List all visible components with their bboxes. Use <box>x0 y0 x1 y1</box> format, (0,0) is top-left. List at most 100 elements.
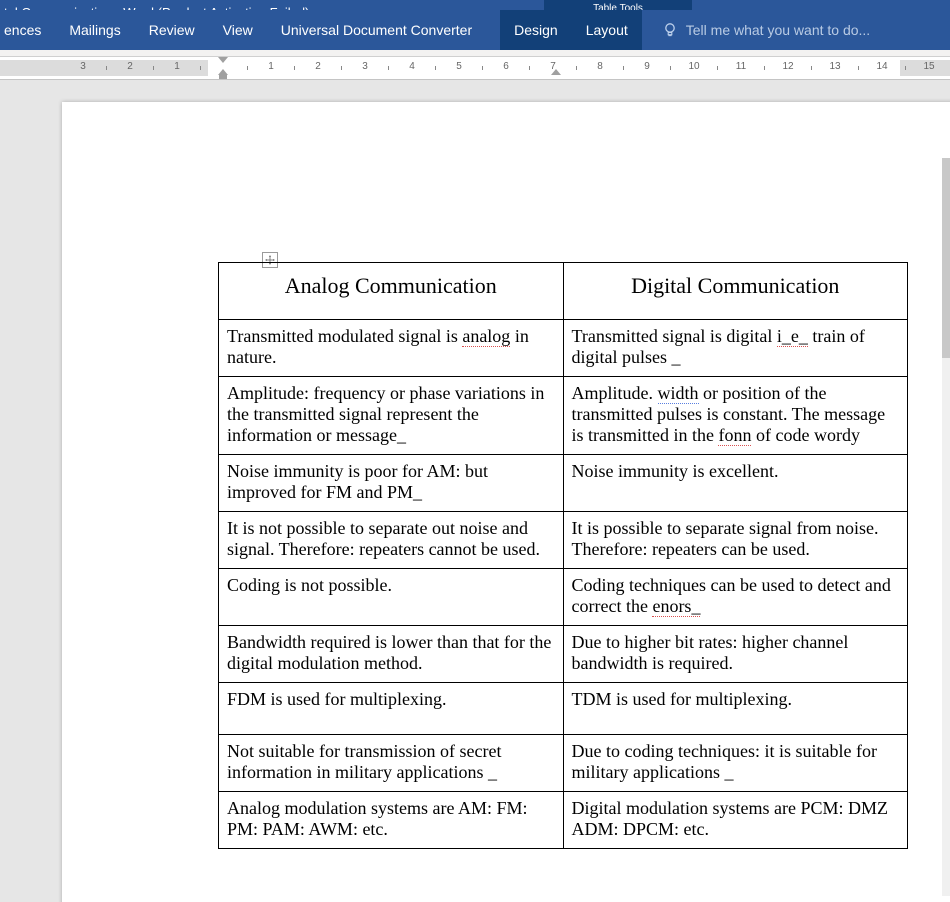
ruler-num: 11 <box>736 61 746 72</box>
cell-analog[interactable]: Amplitude: frequency or phase variations… <box>219 377 564 455</box>
table-row: FDM is used for multiplexing. TDM is use… <box>219 683 908 735</box>
cell-text: Amplitude. <box>572 383 658 403</box>
ruler-tick <box>247 66 248 70</box>
ruler-tick <box>388 66 389 70</box>
spellcheck-error: enors_ <box>652 596 700 617</box>
cell-text: Transmitted signal is digital <box>572 326 777 346</box>
cell-digital[interactable]: Due to coding techniques: it is suitable… <box>563 735 908 792</box>
cell-digital[interactable]: Due to higher bit rates: higher channel … <box>563 626 908 683</box>
scrollbar-thumb[interactable] <box>942 158 950 358</box>
cell-digital[interactable]: Coding techniques can be used to detect … <box>563 569 908 626</box>
tab-table-layout[interactable]: Layout <box>572 10 642 50</box>
table-row: Amplitude: frequency or phase variations… <box>219 377 908 455</box>
cell-text: Transmitted modulated signal is <box>227 326 462 346</box>
cell-digital[interactable]: Amplitude. width or position of the tran… <box>563 377 908 455</box>
cell-text: Coding techniques can be used to detect … <box>572 575 891 616</box>
tab-review[interactable]: Review <box>135 10 209 50</box>
table-row: Analog modulation systems are AM: FM: PM… <box>219 792 908 849</box>
page[interactable]: Analog Communication Digital Communicati… <box>62 102 950 902</box>
cell-analog[interactable]: Transmitted modulated signal is analog i… <box>219 320 564 377</box>
ruler-num: 9 <box>644 61 650 72</box>
ruler-num: 4 <box>409 61 415 72</box>
spellcheck-error: analog <box>462 326 510 347</box>
cell-analog[interactable]: Not suitable for transmission of secret … <box>219 735 564 792</box>
ruler-tick <box>811 66 812 70</box>
ruler-tick <box>670 66 671 70</box>
ruler-tick <box>294 66 295 70</box>
cell-analog[interactable]: Noise immunity is poor for AM: but impro… <box>219 455 564 512</box>
ruler-tick <box>153 66 154 70</box>
ruler-tick <box>106 66 107 70</box>
tell-me-search[interactable]: Tell me what you want to do... <box>662 10 870 50</box>
table-row: Coding is not possible. Coding technique… <box>219 569 908 626</box>
document-surface[interactable]: Analog Communication Digital Communicati… <box>0 80 950 902</box>
cell-analog[interactable]: Analog modulation systems are AM: FM: PM… <box>219 792 564 849</box>
contextual-tabs: Design Layout <box>500 10 642 50</box>
contextual-tab-group: Table Tools <box>544 0 692 10</box>
ruler-num: 3 <box>80 61 86 72</box>
tell-me-placeholder: Tell me what you want to do... <box>686 22 870 38</box>
ruler-num: 15 <box>923 61 934 72</box>
ruler-tick <box>905 66 906 70</box>
word-window: tal Communication - Word (Product Activa… <box>0 0 950 902</box>
ruler-tick <box>764 66 765 70</box>
ruler-num: 12 <box>782 61 793 72</box>
table-row: Bandwidth required is lower than that fo… <box>219 626 908 683</box>
right-indent-marker[interactable] <box>556 69 561 75</box>
header-analog[interactable]: Analog Communication <box>219 263 564 320</box>
ruler-num: 6 <box>503 61 509 72</box>
ruler-tick <box>341 66 342 70</box>
ribbon-divider <box>0 50 950 57</box>
ruler-tick <box>623 66 624 70</box>
table-row: Noise immunity is poor for AM: but impro… <box>219 455 908 512</box>
table-row: Transmitted modulated signal is analog i… <box>219 320 908 377</box>
ruler-body-right-col <box>560 60 900 76</box>
cell-analog[interactable]: It is not possible to separate out noise… <box>219 512 564 569</box>
spellcheck-error: fonn <box>718 425 751 446</box>
ruler-tick <box>576 66 577 70</box>
ruler-tick <box>717 66 718 70</box>
ruler-tick <box>529 66 530 70</box>
table-header-row: Analog Communication Digital Communicati… <box>219 263 908 320</box>
comparison-table[interactable]: Analog Communication Digital Communicati… <box>218 262 908 849</box>
tab-view[interactable]: View <box>209 10 267 50</box>
cell-analog[interactable]: Bandwidth required is lower than that fo… <box>219 626 564 683</box>
spellcheck-error: i_e_ <box>777 326 808 347</box>
table-row: It is not possible to separate out noise… <box>219 512 908 569</box>
ruler-num: 14 <box>876 61 887 72</box>
cell-analog[interactable]: Coding is not possible. <box>219 569 564 626</box>
header-digital[interactable]: Digital Communication <box>563 263 908 320</box>
tab-table-design[interactable]: Design <box>500 10 572 50</box>
tab-references[interactable]: ences <box>0 10 55 50</box>
ruler-tick <box>435 66 436 70</box>
hanging-indent-marker[interactable] <box>223 69 228 79</box>
ruler-tick <box>858 66 859 70</box>
ruler-num: 2 <box>127 61 133 72</box>
tab-universal-document-converter[interactable]: Universal Document Converter <box>267 10 486 50</box>
first-line-indent-marker[interactable] <box>223 57 228 63</box>
ruler-num: 10 <box>688 61 699 72</box>
cell-digital[interactable]: Noise immunity is excellent. <box>563 455 908 512</box>
ruler-num: 1 <box>268 61 274 72</box>
ruler-num: 2 <box>315 61 321 72</box>
vertical-scrollbar[interactable] <box>940 158 950 896</box>
tab-mailings[interactable]: Mailings <box>55 10 134 50</box>
ruler-tick <box>200 66 201 70</box>
cell-analog[interactable]: FDM is used for multiplexing. <box>219 683 564 735</box>
window-title: tal Communication - Word (Product Activa… <box>0 0 950 10</box>
horizontal-ruler[interactable]: 3 2 1 1 2 3 4 5 6 7 8 9 10 11 12 13 14 1… <box>0 57 950 80</box>
cell-digital[interactable]: Transmitted signal is digital i_e_ train… <box>563 320 908 377</box>
ruler-num: 13 <box>829 61 840 72</box>
lightbulb-icon <box>662 22 678 38</box>
cell-text: of code wordy <box>751 425 859 445</box>
ruler-tick <box>482 66 483 70</box>
grammar-error: width <box>658 383 699 404</box>
ruler-num: 3 <box>362 61 368 72</box>
ribbon-tabs: ences Mailings Review View Universal Doc… <box>0 10 950 50</box>
ruler-num: 8 <box>597 61 603 72</box>
ruler-num: 5 <box>456 61 462 72</box>
ruler-num: 1 <box>174 61 180 72</box>
cell-digital[interactable]: Digital modulation systems are PCM: DMZ … <box>563 792 908 849</box>
cell-digital[interactable]: It is possible to separate signal from n… <box>563 512 908 569</box>
cell-digital[interactable]: TDM is used for multiplexing. <box>563 683 908 735</box>
